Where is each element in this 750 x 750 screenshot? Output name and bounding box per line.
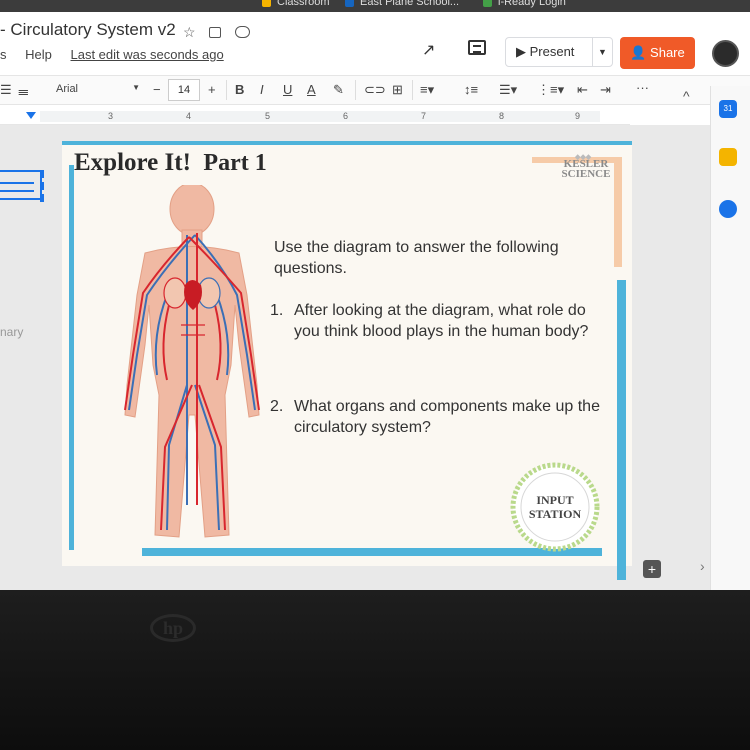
ruler-number: 3 xyxy=(108,111,114,121)
increase-indent-icon[interactable]: ⇥ xyxy=(600,82,611,98)
avatar[interactable] xyxy=(712,40,739,67)
divider xyxy=(226,80,227,100)
filmstrip-partial-text: nary xyxy=(0,325,24,339)
slide-canvas: nary Explore It! Part 1 ◆◆◆ KESLER SCIEN… xyxy=(0,125,710,590)
input-station-badge: INPUT STATION xyxy=(507,461,603,553)
school-icon xyxy=(345,0,354,7)
ruler: 3 4 5 6 7 8 9 xyxy=(0,108,630,125)
bookmark-iready[interactable]: i-Ready Login xyxy=(483,0,566,8)
classroom-icon xyxy=(262,0,271,7)
font-value: Arial xyxy=(56,83,79,95)
underline-button[interactable]: U xyxy=(283,82,292,97)
question-number: 1. xyxy=(270,302,284,319)
divider xyxy=(412,80,413,100)
question-number: 2. xyxy=(270,398,284,415)
collapse-toolbar-icon[interactable]: ^ xyxy=(683,88,690,104)
star-icon[interactable]: ☆ xyxy=(183,24,196,41)
share-button[interactable]: 👤 Share xyxy=(620,37,695,69)
slide-title[interactable]: Explore It! Part 1 xyxy=(74,149,267,177)
present-label: Present xyxy=(529,44,575,59)
present-dropdown-icon[interactable]: ▼ xyxy=(592,38,612,66)
document-title[interactable]: - Circulatory System v2 xyxy=(0,20,176,40)
explore-add-icon[interactable]: + xyxy=(643,560,661,578)
layout-icon[interactable]: 𝍢 xyxy=(18,82,29,104)
toolbar: ☰ 𝍢 Arial ▼ − 14 + B I U A ✎ ⊂⊃ ⊞ ≡▾ ↕≡ ☰… xyxy=(0,75,750,105)
filmstrip-selected-thumbnail[interactable] xyxy=(0,170,42,200)
font-chevron-down-icon: ▼ xyxy=(132,83,140,92)
italic-button[interactable]: I xyxy=(260,82,264,97)
font-size-input[interactable]: 14 xyxy=(168,79,200,101)
tasks-icon[interactable] xyxy=(719,200,737,218)
highlight-pen-icon[interactable]: ✎ xyxy=(333,82,344,98)
bookmarks-bar: Classroom East Plane School... i-Ready L… xyxy=(0,0,750,12)
checklist-icon[interactable]: ☰▾ xyxy=(499,82,517,98)
question-text: After looking at the diagram, what role … xyxy=(294,302,589,340)
more-options-icon[interactable]: ··· xyxy=(636,80,649,95)
last-edit-link[interactable]: Last edit was seconds ago xyxy=(71,47,224,62)
calendar-icon[interactable]: 31 xyxy=(719,100,737,118)
present-button[interactable]: ▶ Present ▼ xyxy=(505,37,613,67)
present-icon: ▶ xyxy=(516,44,530,59)
slide[interactable]: Explore It! Part 1 ◆◆◆ KESLER SCIENCE Us… xyxy=(62,141,632,580)
menu-item-help[interactable]: Help xyxy=(25,47,52,62)
activity-trend-icon[interactable]: ↗ xyxy=(422,40,435,60)
slide-border xyxy=(69,165,74,550)
bulleted-list-icon[interactable]: ⋮≡▾ xyxy=(537,82,564,98)
share-label: Share xyxy=(650,45,685,60)
slide-border xyxy=(617,280,626,580)
ruler-number: 4 xyxy=(186,111,192,121)
side-panel: 31 xyxy=(710,86,750,590)
hp-logo: hp xyxy=(150,614,196,642)
bookmark-school[interactable]: East Plane School... xyxy=(345,0,459,8)
paint-format-icon[interactable]: ☰ xyxy=(0,82,12,98)
text-color-button[interactable]: A xyxy=(307,82,316,97)
ruler-number: 8 xyxy=(499,111,505,121)
ruler-number: 5 xyxy=(265,111,271,121)
font-size-increase-button[interactable]: + xyxy=(208,82,216,97)
ruler-number: 7 xyxy=(421,111,427,121)
font-select[interactable]: Arial ▼ xyxy=(46,79,146,101)
circulatory-system-diagram xyxy=(124,185,260,538)
kesler-science-logo: ◆◆◆ KESLER SCIENCE xyxy=(561,153,611,180)
line-spacing-icon[interactable]: ↕≡ xyxy=(464,82,478,97)
insert-comment-icon[interactable]: ⊞ xyxy=(392,82,403,98)
laptop-bezel: hp xyxy=(0,590,750,750)
keep-icon[interactable] xyxy=(719,148,737,166)
indent-marker[interactable] xyxy=(26,112,36,119)
browser-screen: Classroom East Plane School... i-Ready L… xyxy=(0,0,750,590)
ruler-number: 9 xyxy=(575,111,581,121)
menu-item-slideshow[interactable]: s xyxy=(0,47,7,62)
align-icon[interactable]: ≡▾ xyxy=(420,82,434,98)
instructions-text: Use the diagram to answer the following … xyxy=(274,239,559,277)
question-text: What organs and components make up the c… xyxy=(294,398,600,436)
expand-panel-chevron-icon[interactable]: › xyxy=(700,558,705,574)
ruler-number: 6 xyxy=(343,111,349,121)
divider xyxy=(355,80,356,100)
question-2: 2. What organs and components make up th… xyxy=(270,396,600,438)
iready-icon xyxy=(483,0,492,7)
filmstrip-selection-marker xyxy=(38,170,44,202)
link-icon[interactable]: ⊂⊃ xyxy=(364,82,386,98)
comment-icon[interactable] xyxy=(468,40,486,55)
decrease-indent-icon[interactable]: ⇤ xyxy=(577,82,588,98)
bold-button[interactable]: B xyxy=(235,82,244,97)
share-person-icon: 👤 xyxy=(630,45,651,60)
move-folder-icon[interactable] xyxy=(209,27,221,38)
font-size-decrease-button[interactable]: − xyxy=(153,82,161,97)
question-1: 1. After looking at the diagram, what ro… xyxy=(270,300,600,342)
cloud-status-icon[interactable] xyxy=(235,26,250,38)
menu-bar: s Help Last edit was seconds ago xyxy=(0,47,239,62)
bookmark-classroom[interactable]: Classroom xyxy=(262,0,330,8)
